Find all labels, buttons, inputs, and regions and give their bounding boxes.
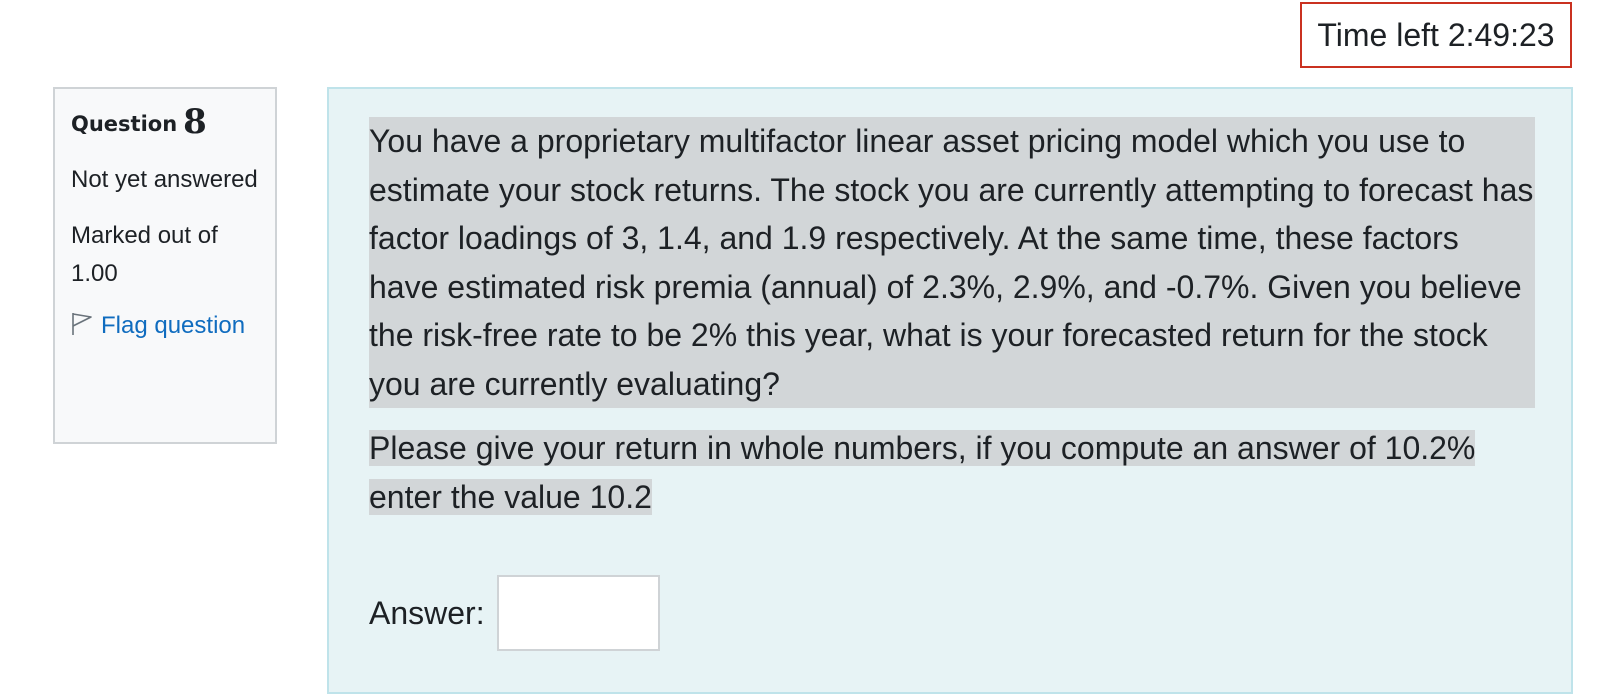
question-state: Not yet answered — [71, 166, 258, 193]
question-paragraph-1: You have a proprietary multifactor linea… — [369, 117, 1535, 408]
answer-row: Answer: — [369, 575, 660, 651]
question-label: Question — [71, 112, 178, 136]
quiz-timer: Time left 2:49:23 — [1300, 2, 1572, 68]
question-grade: Marked out of 1.00 — [71, 222, 218, 287]
flag-icon — [72, 313, 92, 335]
flag-question-link[interactable]: Flag question — [71, 307, 259, 345]
timer-label: Time left 2:49:23 — [1317, 17, 1555, 53]
question-number-heading: Question 8 — [71, 105, 259, 139]
flag-question-label: Flag question — [101, 312, 246, 339]
quiz-page: Time left 2:49:23 Question 8 Not yet answ… — [0, 0, 1610, 694]
question-paragraph-2: Please give your return in whole numbers… — [369, 424, 1535, 521]
question-info-panel: Question 8 Not yet answered Marked out of… — [53, 87, 277, 444]
answer-input[interactable] — [496, 575, 660, 651]
question-number: 8 — [183, 102, 207, 142]
question-content: You have a proprietary multifactor linea… — [327, 87, 1573, 694]
question-paragraph-2-text: Please give your return in whole numbers… — [369, 430, 1476, 515]
question-text: You have a proprietary multifactor linea… — [369, 117, 1535, 521]
answer-label: Answer: — [369, 594, 485, 631]
